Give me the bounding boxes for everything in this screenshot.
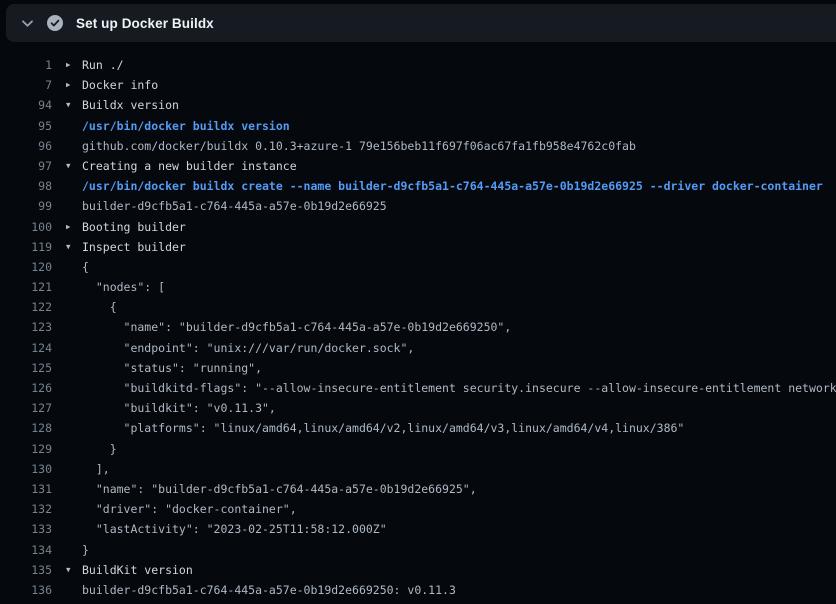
- log-text: builder-d9cfb5a1-c764-445a-a57e-0b19d2e6…: [82, 196, 836, 216]
- log-text: github.com/docker/buildx 0.10.3+azure-1 …: [82, 136, 836, 156]
- group-toggle-icon[interactable]: ▶: [66, 217, 82, 237]
- log-line[interactable]: 100 ▶ Booting builder: [0, 217, 836, 237]
- line-number: 1: [0, 55, 52, 75]
- step-title: Set up Docker Buildx: [76, 16, 214, 31]
- line-number: 125: [0, 358, 52, 378]
- line-number: 135: [0, 560, 52, 580]
- line-number: 97: [0, 156, 52, 176]
- log-text: /usr/bin/docker buildx version: [82, 116, 836, 136]
- log-line: 136 builder-d9cfb5a1-c764-445a-a57e-0b19…: [0, 580, 836, 600]
- line-number: 133: [0, 519, 52, 539]
- log-line: 125 "status": "running",: [0, 358, 836, 378]
- log-area: 1 ▶ Run ./ 7 ▶ Docker info 94 ▼ Buildx v…: [0, 42, 836, 604]
- check-circle-icon: [47, 15, 63, 31]
- log-text: "name": "builder-d9cfb5a1-c764-445a-a57e…: [82, 317, 836, 337]
- log-text: "platforms": "linux/amd64,linux/amd64/v2…: [82, 418, 836, 438]
- log-line: 127 "buildkit": "v0.11.3",: [0, 398, 836, 418]
- log-line: 98 /usr/bin/docker buildx create --name …: [0, 176, 836, 196]
- line-number: 96: [0, 136, 52, 156]
- line-number: 129: [0, 439, 52, 459]
- log-line: 134 }: [0, 540, 836, 560]
- log-line[interactable]: 119 ▼ Inspect builder: [0, 237, 836, 257]
- log-line[interactable]: 94 ▼ Buildx version: [0, 95, 836, 115]
- chevron-down-icon[interactable]: [19, 15, 35, 31]
- log-line: 132 "driver": "docker-container",: [0, 499, 836, 519]
- log-line: 95 /usr/bin/docker buildx version: [0, 116, 836, 136]
- line-number: 127: [0, 398, 52, 418]
- log-text: Docker info: [82, 75, 836, 95]
- group-toggle-icon[interactable]: ▶: [66, 55, 82, 75]
- log-text: Run ./: [82, 55, 836, 75]
- log-line: 122 {: [0, 297, 836, 317]
- line-number: 121: [0, 277, 52, 297]
- log-text: Inspect builder: [82, 237, 836, 257]
- log-line: 128 "platforms": "linux/amd64,linux/amd6…: [0, 418, 836, 438]
- line-number: 7: [0, 75, 52, 95]
- log-text: "name": "builder-d9cfb5a1-c764-445a-a57e…: [82, 479, 836, 499]
- log-text: {: [82, 257, 836, 277]
- group-toggle-icon[interactable]: ▼: [66, 156, 82, 176]
- log-text: Creating a new builder instance: [82, 156, 836, 176]
- log-text: "lastActivity": "2023-02-25T11:58:12.000…: [82, 519, 836, 539]
- log-text: Buildx version: [82, 95, 836, 115]
- group-toggle-icon[interactable]: ▶: [66, 75, 82, 95]
- log-text: "nodes": [: [82, 277, 836, 297]
- group-toggle-icon[interactable]: ▼: [66, 237, 82, 257]
- log-line: 129 }: [0, 439, 836, 459]
- line-number: 134: [0, 540, 52, 560]
- group-toggle-icon[interactable]: ▼: [66, 95, 82, 115]
- step-header[interactable]: Set up Docker Buildx: [6, 4, 836, 42]
- log-line: 133 "lastActivity": "2023-02-25T11:58:12…: [0, 519, 836, 539]
- line-number: 95: [0, 116, 52, 136]
- line-number: 136: [0, 580, 52, 600]
- line-number: 120: [0, 257, 52, 277]
- line-number: 119: [0, 237, 52, 257]
- line-number: 100: [0, 217, 52, 237]
- line-number: 122: [0, 297, 52, 317]
- log-line[interactable]: 7 ▶ Docker info: [0, 75, 836, 95]
- log-text: Booting builder: [82, 217, 836, 237]
- log-text: "endpoint": "unix:///var/run/docker.sock…: [82, 338, 836, 358]
- line-number: 128: [0, 418, 52, 438]
- line-number: 123: [0, 317, 52, 337]
- log-line: 131 "name": "builder-d9cfb5a1-c764-445a-…: [0, 479, 836, 499]
- log-line: 96 github.com/docker/buildx 0.10.3+azure…: [0, 136, 836, 156]
- log-line[interactable]: 1 ▶ Run ./: [0, 55, 836, 75]
- log-text: ],: [82, 459, 836, 479]
- log-line: 123 "name": "builder-d9cfb5a1-c764-445a-…: [0, 317, 836, 337]
- log-text: "buildkit": "v0.11.3",: [82, 398, 836, 418]
- log-line: 120 {: [0, 257, 836, 277]
- line-number: 132: [0, 499, 52, 519]
- log-text: "driver": "docker-container",: [82, 499, 836, 519]
- log-text: "buildkitd-flags": "--allow-insecure-ent…: [82, 378, 836, 398]
- log-text: {: [82, 297, 836, 317]
- log-line: 126 "buildkitd-flags": "--allow-insecure…: [0, 378, 836, 398]
- log-line: 121 "nodes": [: [0, 277, 836, 297]
- line-number: 98: [0, 176, 52, 196]
- log-line[interactable]: 97 ▼ Creating a new builder instance: [0, 156, 836, 176]
- log-text: BuildKit version: [82, 560, 836, 580]
- log-line[interactable]: 135 ▼ BuildKit version: [0, 560, 836, 580]
- log-text: /usr/bin/docker buildx create --name bui…: [82, 176, 836, 196]
- line-number: 130: [0, 459, 52, 479]
- log-text: }: [82, 439, 836, 459]
- line-number: 99: [0, 196, 52, 216]
- log-text: "status": "running",: [82, 358, 836, 378]
- line-number: 126: [0, 378, 52, 398]
- log-line: 99 builder-d9cfb5a1-c764-445a-a57e-0b19d…: [0, 196, 836, 216]
- group-toggle-icon[interactable]: ▼: [66, 560, 82, 580]
- line-number: 131: [0, 479, 52, 499]
- log-text: }: [82, 540, 836, 560]
- log-text: builder-d9cfb5a1-c764-445a-a57e-0b19d2e6…: [82, 580, 836, 600]
- line-number: 94: [0, 95, 52, 115]
- log-line: 130 ],: [0, 459, 836, 479]
- log-line: 124 "endpoint": "unix:///var/run/docker.…: [0, 338, 836, 358]
- line-number: 124: [0, 338, 52, 358]
